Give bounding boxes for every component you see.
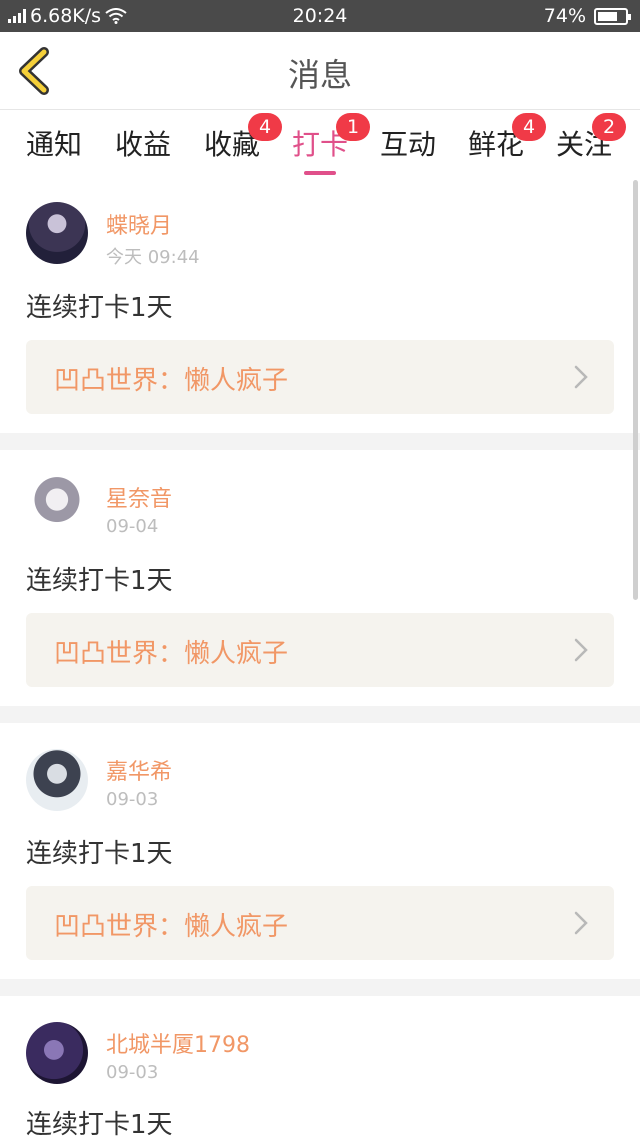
count-badge: 4 (512, 113, 547, 141)
page-title: 消息 (287, 56, 352, 94)
count-badge: 1 (336, 113, 371, 141)
timestamp: 09-03 (106, 789, 159, 810)
timestamp: 今天 09:44 (106, 247, 200, 268)
work-title: 凹凸世界：懒人疯子 (54, 639, 289, 669)
tab-label: 通知 (26, 128, 83, 161)
username[interactable]: 嘉华希 (106, 754, 172, 786)
battery-icon (594, 7, 631, 25)
tab-follow[interactable]: 关注 2 (556, 113, 627, 163)
tab-bar: 通知 收益 收藏 4 打卡 1 互动 鲜花 4 关注 2 (0, 111, 640, 175)
count-badge: 4 (248, 113, 283, 141)
chevron-right-icon (574, 365, 588, 389)
checkin-text: 连续打卡1天 (26, 839, 173, 869)
chevron-right-icon (574, 911, 588, 935)
status-right: 74% (543, 5, 631, 27)
chevron-right-icon (574, 638, 588, 662)
username[interactable]: 北城半厦1798 (106, 1027, 250, 1059)
avatar[interactable] (26, 1022, 88, 1084)
list-item: 北城半厦1798 09-03 连续打卡1天 (0, 996, 640, 1138)
avatar[interactable] (26, 476, 88, 538)
username[interactable]: 蝶晓月 (106, 208, 172, 240)
checkin-text: 连续打卡1天 (26, 1110, 173, 1138)
username[interactable]: 星奈音 (106, 481, 172, 513)
timestamp: 09-03 (106, 1062, 159, 1083)
work-link[interactable]: 凹凸世界：懒人疯子 (26, 340, 614, 414)
message-list[interactable]: 蝶晓月 今天 09:44 连续打卡1天 凹凸世界：懒人疯子 星奈音 09-04 … (0, 175, 640, 1138)
list-item: 蝶晓月 今天 09:44 连续打卡1天 凹凸世界：懒人疯子 (0, 175, 640, 433)
scrollbar[interactable] (633, 180, 638, 600)
tab-favorites[interactable]: 收藏 4 (204, 113, 283, 163)
work-link[interactable]: 凹凸世界：懒人疯子 (26, 613, 614, 687)
tab-label: 收益 (115, 128, 172, 161)
battery-percent: 74% (543, 5, 586, 27)
tab-label: 互动 (380, 128, 437, 161)
status-bar: 6.68K/s 20:24 74% (0, 0, 640, 32)
app-header: 消息 (0, 32, 640, 110)
work-title: 凹凸世界：懒人疯子 (54, 366, 289, 396)
tab-notify[interactable]: 通知 (26, 123, 82, 163)
timestamp: 09-04 (106, 516, 159, 537)
tab-flowers[interactable]: 鲜花 4 (468, 113, 547, 163)
avatar[interactable] (26, 202, 88, 264)
work-link[interactable]: 凹凸世界：懒人疯子 (26, 886, 614, 960)
checkin-text: 连续打卡1天 (26, 566, 173, 596)
tab-interact[interactable]: 互动 (380, 123, 436, 163)
list-item: 嘉华希 09-03 连续打卡1天 凹凸世界：懒人疯子 (0, 723, 640, 979)
list-item: 星奈音 09-04 连续打卡1天 凹凸世界：懒人疯子 (0, 450, 640, 706)
work-title: 凹凸世界：懒人疯子 (54, 912, 289, 942)
tab-earnings[interactable]: 收益 (115, 123, 171, 163)
tab-checkin[interactable]: 打卡 1 (292, 113, 371, 175)
avatar[interactable] (26, 749, 88, 811)
count-badge: 2 (592, 113, 627, 141)
checkin-text: 连续打卡1天 (26, 293, 173, 323)
